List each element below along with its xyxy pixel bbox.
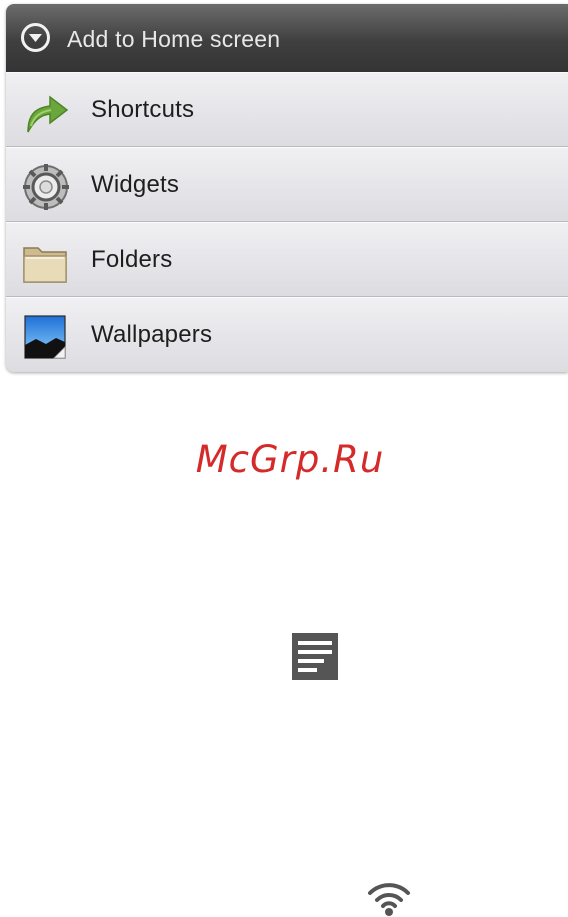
wifi-icon	[368, 883, 410, 916]
dialog-title: Add to Home screen	[67, 26, 281, 52]
menu-item-widgets[interactable]: Widgets	[6, 147, 568, 222]
menu-item-label: Wallpapers	[91, 321, 213, 348]
shortcut-arrow-icon	[27, 95, 69, 133]
widget-gear-icon	[23, 164, 69, 210]
menu-item-shortcuts[interactable]: Shortcuts	[6, 72, 568, 147]
folder-icon	[23, 247, 67, 283]
menu-item-label: Widgets	[91, 171, 180, 198]
menu-item-folders[interactable]: Folders	[6, 222, 568, 297]
add-to-home-dialog: Add to Home screen Shortcuts Widgets Fol…	[6, 4, 568, 372]
menu-item-label: Shortcuts	[91, 96, 195, 123]
wallpaper-icon	[24, 315, 66, 359]
watermark-text: McGrp.Ru	[195, 438, 385, 481]
menu-item-wallpapers[interactable]: Wallpapers	[6, 297, 568, 372]
menu-item-label: Folders	[91, 246, 173, 273]
menu-key-icon	[292, 633, 338, 680]
dialog-header: Add to Home screen	[6, 4, 568, 72]
dropdown-circle-icon	[21, 23, 50, 52]
